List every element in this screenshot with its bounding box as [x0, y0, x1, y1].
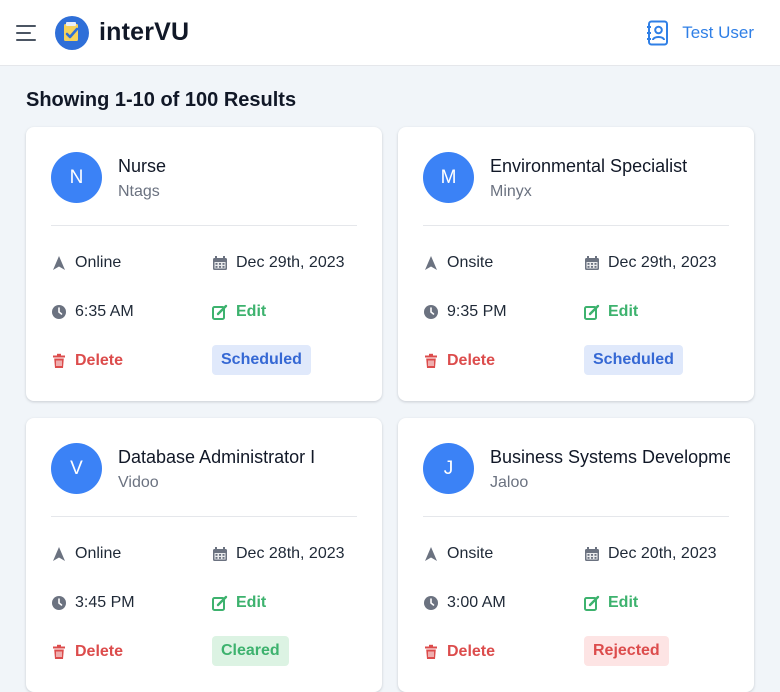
navigation-arrow-icon [53, 547, 65, 561]
mode-label: Online [75, 254, 122, 271]
avatar: M [423, 152, 474, 203]
edit-icon [212, 595, 228, 611]
clock-icon [52, 596, 66, 610]
interview-card: V Database Administrator I Vidoo Online … [26, 418, 382, 692]
avatar: N [51, 152, 102, 203]
time-label: 9:35 PM [447, 303, 507, 320]
edit-button[interactable]: Edit [212, 594, 266, 612]
interview-date: Dec 28th, 2023 [212, 545, 345, 563]
edit-icon [584, 304, 600, 320]
date-label: Dec 28th, 2023 [236, 545, 345, 562]
divider [423, 225, 729, 226]
interview-time: 3:45 PM [51, 594, 135, 612]
date-label: Dec 29th, 2023 [608, 254, 717, 271]
navigation-arrow-icon [425, 547, 437, 561]
avatar: J [423, 443, 474, 494]
delete-button[interactable]: Delete [51, 643, 123, 661]
edit-label: Edit [608, 303, 639, 320]
results-summary: Showing 1-10 of 100 Results [26, 89, 297, 111]
status-badge: Rejected [584, 636, 669, 666]
edit-button[interactable]: Edit [584, 594, 638, 612]
trash-icon [53, 644, 65, 659]
mode-label: Onsite [447, 545, 494, 562]
divider [423, 516, 729, 517]
job-title: Environmental Specialist [490, 156, 688, 176]
interview-mode: Onsite [423, 545, 493, 563]
interview-card: N Nurse Ntags Online Dec 29th, 2023 6:35… [26, 127, 382, 401]
edit-label: Edit [236, 303, 267, 320]
clock-icon [424, 596, 438, 610]
avatar: V [51, 443, 102, 494]
user-menu[interactable]: Test User [646, 20, 754, 46]
status-badge: Scheduled [212, 345, 311, 375]
top-navbar: interVU Test User [0, 0, 780, 66]
interview-time: 9:35 PM [423, 303, 507, 321]
calendar-icon [213, 256, 227, 270]
delete-label: Delete [447, 352, 496, 369]
interview-mode: Onsite [423, 254, 493, 272]
trash-icon [425, 644, 437, 659]
calendar-icon [585, 256, 599, 270]
time-label: 3:45 PM [75, 594, 135, 611]
interview-mode: Online [51, 254, 121, 272]
delete-button[interactable]: Delete [51, 352, 123, 370]
edit-button[interactable]: Edit [584, 303, 638, 321]
divider [51, 225, 357, 226]
navigation-arrow-icon [53, 256, 65, 270]
company-name: Minyx [490, 183, 532, 200]
date-label: Dec 29th, 2023 [236, 254, 345, 271]
interview-card: J Business Systems Development Analyst J… [398, 418, 754, 692]
edit-label: Edit [608, 594, 639, 611]
mode-label: Online [75, 545, 122, 562]
company-name: Ntags [118, 183, 160, 200]
interview-mode: Online [51, 545, 121, 563]
interview-date: Dec 29th, 2023 [212, 254, 345, 272]
interview-date: Dec 29th, 2023 [584, 254, 717, 272]
delete-button[interactable]: Delete [423, 643, 495, 661]
interview-date: Dec 20th, 2023 [584, 545, 717, 563]
clock-icon [52, 305, 66, 319]
interview-time: 3:00 AM [423, 594, 506, 612]
job-title: Database Administrator I [118, 447, 316, 467]
edit-icon [584, 595, 600, 611]
delete-label: Delete [75, 352, 124, 369]
date-label: Dec 20th, 2023 [608, 545, 717, 562]
user-contact-book-icon [647, 20, 669, 46]
calendar-icon [213, 547, 227, 561]
company-name: Jaloo [490, 474, 529, 491]
delete-label: Delete [75, 643, 124, 660]
time-label: 3:00 AM [447, 594, 506, 611]
company-name: Vidoo [118, 474, 159, 491]
trash-icon [425, 353, 437, 368]
clock-icon [424, 305, 438, 319]
status-badge: Cleared [212, 636, 289, 666]
delete-label: Delete [447, 643, 496, 660]
brand-name[interactable]: interVU [99, 18, 189, 47]
mode-label: Onsite [447, 254, 494, 271]
hamburger-menu-icon[interactable] [16, 24, 38, 42]
edit-label: Edit [236, 594, 267, 611]
job-title: Nurse [118, 156, 167, 176]
interview-time: 6:35 AM [51, 303, 134, 321]
intervu-logo-icon[interactable] [55, 16, 89, 50]
trash-icon [53, 353, 65, 368]
divider [51, 516, 357, 517]
status-badge: Scheduled [584, 345, 683, 375]
delete-button[interactable]: Delete [423, 352, 495, 370]
job-title: Business Systems Development Analyst [490, 447, 730, 467]
navigation-arrow-icon [425, 256, 437, 270]
edit-button[interactable]: Edit [212, 303, 266, 321]
interview-card: M Environmental Specialist Minyx Onsite … [398, 127, 754, 401]
time-label: 6:35 AM [75, 303, 134, 320]
edit-icon [212, 304, 228, 320]
user-name: Test User [682, 23, 754, 42]
calendar-icon [585, 547, 599, 561]
